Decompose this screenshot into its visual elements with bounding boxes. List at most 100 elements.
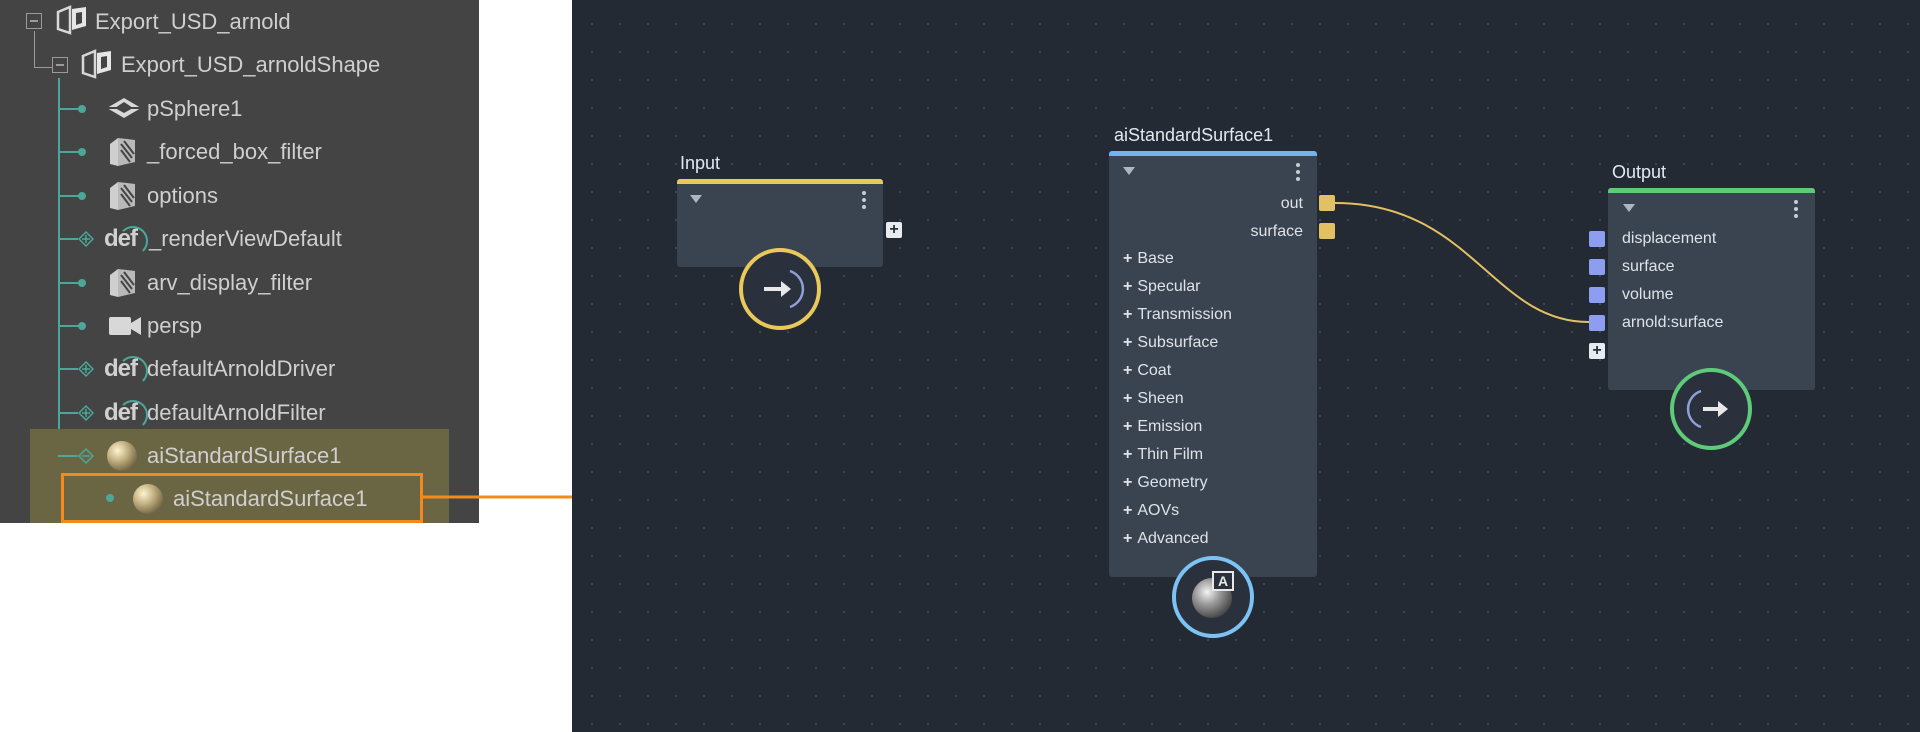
input-port-label: arnold:surface: [1622, 314, 1724, 331]
input-port-displacement[interactable]: [1589, 231, 1605, 247]
outliner-item-label: Export_USD_arnold: [95, 9, 291, 34]
tree-node-dot: [78, 105, 86, 113]
more-options-icon[interactable]: [1794, 200, 1798, 221]
input-port-arnold-surface[interactable]: [1589, 315, 1605, 331]
outliner-item-export-usd-arnoldshape[interactable]: Export_USD_arnoldShape: [0, 43, 479, 86]
section-specular[interactable]: + Specular: [1123, 278, 1201, 296]
outliner-item-label: aiStandardSurface1: [147, 443, 342, 468]
outliner-item-arv-display-filter[interactable]: arv_display_filter: [0, 261, 479, 304]
input-port-label: surface: [1622, 258, 1675, 275]
expand-plus-icon: +: [1123, 362, 1133, 379]
outliner-item-renderviewdefault[interactable]: def _renderViewDefault: [0, 217, 479, 260]
output-badge[interactable]: [1670, 368, 1752, 450]
add-port-button[interactable]: +: [1589, 343, 1605, 359]
expand-plus-icon: +: [1123, 250, 1133, 267]
output-node[interactable]: displacement surface volume arnold:surfa…: [1608, 188, 1815, 390]
outliner-item-label: arv_display_filter: [147, 270, 313, 295]
input-port-volume[interactable]: [1589, 287, 1605, 303]
camera-icon: [109, 317, 141, 335]
outliner-item-label: defaultArnoldFilter: [147, 400, 326, 425]
section-label: Transmission: [1137, 306, 1232, 323]
section-label: Subsurface: [1137, 334, 1219, 351]
expand-plus-icon: +: [1123, 334, 1133, 351]
input-badge[interactable]: [739, 248, 821, 330]
expand-plus-icon: +: [1123, 418, 1133, 435]
tree-line: [58, 455, 78, 457]
outliner-item-forced-box-filter[interactable]: _forced_box_filter: [0, 130, 479, 173]
outliner-item-psphere1[interactable]: pSphere1: [0, 87, 479, 130]
tree-line: [58, 195, 80, 197]
tree-line: [58, 282, 80, 284]
outliner-item-label: Export_USD_arnoldShape: [121, 52, 381, 77]
usd-stage-icon: [56, 5, 86, 35]
output-port-label: surface: [1250, 223, 1303, 240]
outliner-item-options[interactable]: options: [0, 174, 479, 217]
section-base[interactable]: + Base: [1123, 250, 1174, 268]
section-geometry[interactable]: + Geometry: [1123, 474, 1208, 492]
more-options-icon[interactable]: [862, 191, 866, 212]
section-coat[interactable]: + Coat: [1123, 362, 1171, 380]
outliner-item-aistandardsurface1-parent[interactable]: aiStandardSurface1: [0, 434, 479, 477]
expand-diamond-icon[interactable]: [78, 361, 94, 377]
tree-line: [58, 238, 78, 240]
section-thin-film[interactable]: + Thin Film: [1123, 446, 1203, 464]
section-label: Geometry: [1137, 474, 1208, 491]
node-color-bar: [1109, 151, 1317, 156]
collapse-toggle[interactable]: [26, 13, 42, 29]
outliner-item-label: persp: [147, 313, 203, 338]
tree-line: [58, 412, 78, 414]
usd-stage-icon: [81, 49, 111, 79]
more-options-icon[interactable]: [1296, 163, 1300, 184]
tree-line: [58, 368, 78, 370]
section-label: Thin Film: [1137, 446, 1204, 463]
outliner-item-label: _renderViewDefault: [149, 226, 342, 251]
mesh-icon: [107, 98, 141, 118]
outliner-item-label: pSphere1: [147, 96, 243, 121]
input-port-label: volume: [1622, 286, 1674, 303]
expand-diamond-icon[interactable]: [78, 231, 94, 247]
output-arrow-icon: [1686, 389, 1728, 429]
section-subsurface[interactable]: + Subsurface: [1123, 334, 1218, 352]
expand-plus-icon: +: [1123, 502, 1133, 519]
section-label: Sheen: [1137, 390, 1184, 407]
add-port-button[interactable]: +: [886, 222, 902, 238]
input-port-surface[interactable]: [1589, 259, 1605, 275]
section-advanced[interactable]: + Advanced: [1123, 530, 1209, 548]
section-sheen[interactable]: + Sheen: [1123, 390, 1184, 408]
tree-line: [58, 151, 80, 153]
tree-node-dot: [78, 192, 86, 200]
output-port-out[interactable]: [1319, 195, 1335, 211]
shader-badge[interactable]: A: [1172, 556, 1254, 638]
section-aovs[interactable]: + AOVs: [1123, 502, 1179, 520]
section-label: AOVs: [1137, 502, 1180, 519]
section-label: Coat: [1137, 362, 1172, 379]
outliner-item-defaultarnoldfilter[interactable]: def defaultArnoldFilter: [0, 391, 479, 434]
output-port-surface[interactable]: [1319, 223, 1335, 239]
outliner-item-label: defaultArnoldDriver: [147, 356, 336, 381]
node-graph-canvas[interactable]: Input + aiStandardSurface1 out surface +…: [572, 0, 1920, 732]
node-color-bar: [1608, 188, 1815, 193]
expand-diamond-icon[interactable]: [78, 405, 94, 421]
shader-node-title: aiStandardSurface1: [1114, 125, 1274, 145]
section-emission[interactable]: + Emission: [1123, 418, 1202, 436]
expand-plus-icon: +: [1123, 474, 1133, 491]
outliner-item-persp[interactable]: persp: [0, 304, 479, 347]
collapse-toggle[interactable]: [52, 57, 68, 73]
outliner-item-export-usd-arnold[interactable]: Export_USD_arnold: [0, 0, 479, 43]
tree-node-dot: [78, 322, 86, 330]
outliner-panel: Export_USD_arnold Export_USD_arnoldShape…: [0, 0, 479, 523]
expand-plus-icon: +: [1123, 446, 1133, 463]
def-icon: def: [104, 225, 138, 252]
collapse-triangle-icon[interactable]: [690, 195, 702, 203]
section-label: Base: [1137, 250, 1174, 267]
tree-line: [58, 108, 80, 110]
collapse-triangle-icon[interactable]: [1623, 204, 1635, 212]
collapse-diamond-icon[interactable]: [78, 448, 94, 464]
outliner-item-defaultarnolddriver[interactable]: def defaultArnoldDriver: [0, 347, 479, 390]
shader-node[interactable]: out surface + Base + Specular + Transmissio…: [1109, 151, 1317, 577]
tree-line: [58, 325, 80, 327]
collapse-triangle-icon[interactable]: [1123, 167, 1135, 175]
filter-icon: [110, 269, 135, 297]
section-transmission[interactable]: + Transmission: [1123, 306, 1232, 324]
expand-plus-icon: +: [1123, 306, 1133, 323]
